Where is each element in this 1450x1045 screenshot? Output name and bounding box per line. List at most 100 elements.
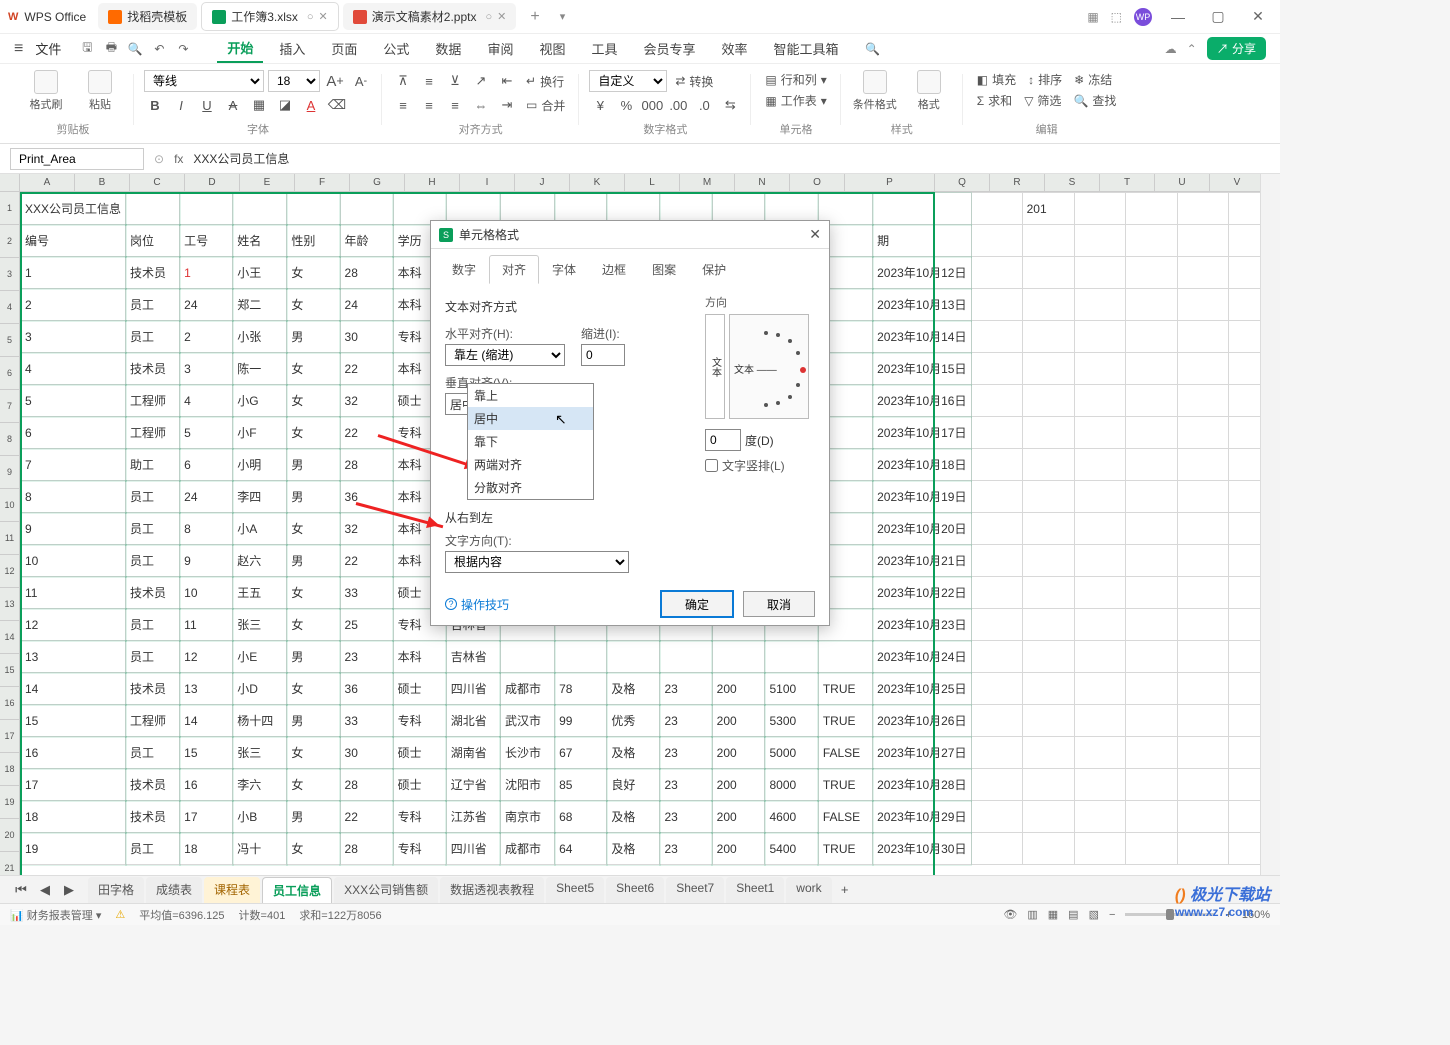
cell[interactable]	[1177, 449, 1228, 481]
cell[interactable]: 2023年10月23日	[873, 609, 971, 641]
cell[interactable]	[971, 257, 1022, 289]
cell[interactable]	[971, 577, 1022, 609]
ribbon-tab-data[interactable]: 数据	[425, 35, 471, 62]
col-header[interactable]: S	[1045, 174, 1100, 192]
cell[interactable]: 2	[21, 289, 126, 321]
cell[interactable]: 技术员	[126, 673, 180, 705]
cell[interactable]: 23	[660, 705, 712, 737]
dlg-tab-protect[interactable]: 保护	[689, 255, 739, 284]
col-header[interactable]: Q	[935, 174, 990, 192]
cell[interactable]	[1126, 673, 1177, 705]
ribbon-tab-member[interactable]: 会员专享	[633, 35, 705, 62]
sheet-tab[interactable]: 数据透视表教程	[440, 877, 544, 903]
worksheet-button[interactable]: ▦ 工作表 ▾	[761, 91, 830, 110]
cell[interactable]	[126, 193, 180, 225]
cell[interactable]: 员工	[126, 481, 180, 513]
cell[interactable]: 男	[287, 641, 340, 673]
cell[interactable]	[971, 321, 1022, 353]
cell[interactable]	[1177, 225, 1228, 257]
cell[interactable]	[1075, 481, 1126, 513]
maximize-button[interactable]: ▢	[1204, 8, 1232, 25]
cell[interactable]	[1075, 673, 1126, 705]
cell[interactable]	[1126, 193, 1177, 225]
cell[interactable]: 2023年10月13日	[873, 289, 971, 321]
zoom-out-icon[interactable]: −	[1109, 909, 1115, 921]
cell[interactable]	[971, 449, 1022, 481]
col-header[interactable]: L	[625, 174, 680, 192]
sum-button[interactable]: Σ 求和	[973, 91, 1016, 110]
row-header[interactable]: 18	[0, 753, 20, 786]
cell[interactable]	[971, 737, 1022, 769]
cell[interactable]: 200	[712, 673, 765, 705]
cell[interactable]: 小A	[233, 513, 287, 545]
underline-button[interactable]: U	[196, 94, 218, 116]
dlg-tab-number[interactable]: 数字	[439, 255, 489, 284]
cell[interactable]	[1022, 609, 1075, 641]
tab-close-icon[interactable]: ✕	[319, 10, 328, 23]
save-icon[interactable]: 🖫	[77, 39, 97, 59]
doc-tab-workbook[interactable]: 工作簿3.xlsx○✕	[201, 2, 339, 31]
cell[interactable]: 赵六	[233, 545, 287, 577]
cell[interactable]	[1075, 257, 1126, 289]
cell[interactable]: 湖南省	[446, 737, 500, 769]
close-button[interactable]: ✕	[1244, 8, 1272, 25]
print-icon[interactable]: 🖶	[101, 39, 121, 59]
new-tab-button[interactable]: +	[520, 8, 549, 26]
zoom-slider[interactable]	[1125, 913, 1215, 916]
number-format-select[interactable]: 自定义	[589, 70, 667, 92]
cell[interactable]: 员工	[126, 737, 180, 769]
cell[interactable]: 32	[340, 513, 393, 545]
cell[interactable]: 助工	[126, 449, 180, 481]
cell[interactable]	[1126, 225, 1177, 257]
clear-format-button[interactable]: ⌫	[326, 94, 348, 116]
cell[interactable]	[1022, 641, 1075, 673]
cell[interactable]: 16	[21, 737, 126, 769]
cell[interactable]	[1126, 417, 1177, 449]
cell[interactable]	[1177, 801, 1228, 833]
cell[interactable]: XXX公司员工信息	[21, 193, 126, 225]
cell[interactable]	[1126, 385, 1177, 417]
fx-label[interactable]: fx	[174, 152, 183, 166]
checkbox[interactable]	[705, 459, 718, 472]
cell[interactable]: 长沙市	[500, 737, 554, 769]
cell[interactable]: 36	[340, 673, 393, 705]
row-header[interactable]: 19	[0, 786, 20, 819]
cell[interactable]	[555, 641, 607, 673]
cell[interactable]: 10	[180, 577, 233, 609]
row-header[interactable]: 13	[0, 588, 20, 621]
freeze-button[interactable]: ❄ 冻结	[1070, 70, 1116, 89]
cell[interactable]: 工程师	[126, 705, 180, 737]
cell[interactable]: 男	[287, 449, 340, 481]
cube-icon[interactable]: ⬚	[1111, 10, 1122, 24]
bold-button[interactable]: B	[144, 94, 166, 116]
cell[interactable]: 硕士	[393, 737, 446, 769]
cell[interactable]: 17	[21, 769, 126, 801]
col-header[interactable]: M	[680, 174, 735, 192]
cell[interactable]: 11	[180, 609, 233, 641]
cell[interactable]	[1126, 545, 1177, 577]
cell[interactable]	[1075, 321, 1126, 353]
cell[interactable]: 张三	[233, 609, 287, 641]
cell[interactable]	[971, 353, 1022, 385]
cell[interactable]	[1022, 545, 1075, 577]
row-headers[interactable]: 123456789101112131415161718192021	[0, 192, 20, 875]
cell[interactable]: 2023年10月19日	[873, 481, 971, 513]
cell[interactable]	[1075, 577, 1126, 609]
cell[interactable]: 员工	[126, 833, 180, 865]
filter-button[interactable]: ▽ 筛选	[1020, 91, 1065, 110]
cloud-icon[interactable]: ☁	[1165, 42, 1177, 56]
strike-button[interactable]: A	[222, 94, 244, 116]
row-header[interactable]: 16	[0, 687, 20, 720]
cell[interactable]: 2023年10月21日	[873, 545, 971, 577]
dec-inc-icon[interactable]: .00	[667, 94, 689, 116]
cell[interactable]	[1177, 193, 1228, 225]
cell[interactable]: 24	[180, 481, 233, 513]
orientation-icon[interactable]: ↗	[470, 70, 492, 92]
cell[interactable]: 22	[340, 353, 393, 385]
doc-tab-presentation[interactable]: 演示文稿素材2.pptx○✕	[343, 3, 517, 30]
cell[interactable]	[1075, 833, 1126, 865]
ribbon-tab-insert[interactable]: 插入	[269, 35, 315, 62]
cell[interactable]: 小D	[233, 673, 287, 705]
cell[interactable]: TRUE	[818, 769, 872, 801]
cell[interactable]	[1177, 769, 1228, 801]
